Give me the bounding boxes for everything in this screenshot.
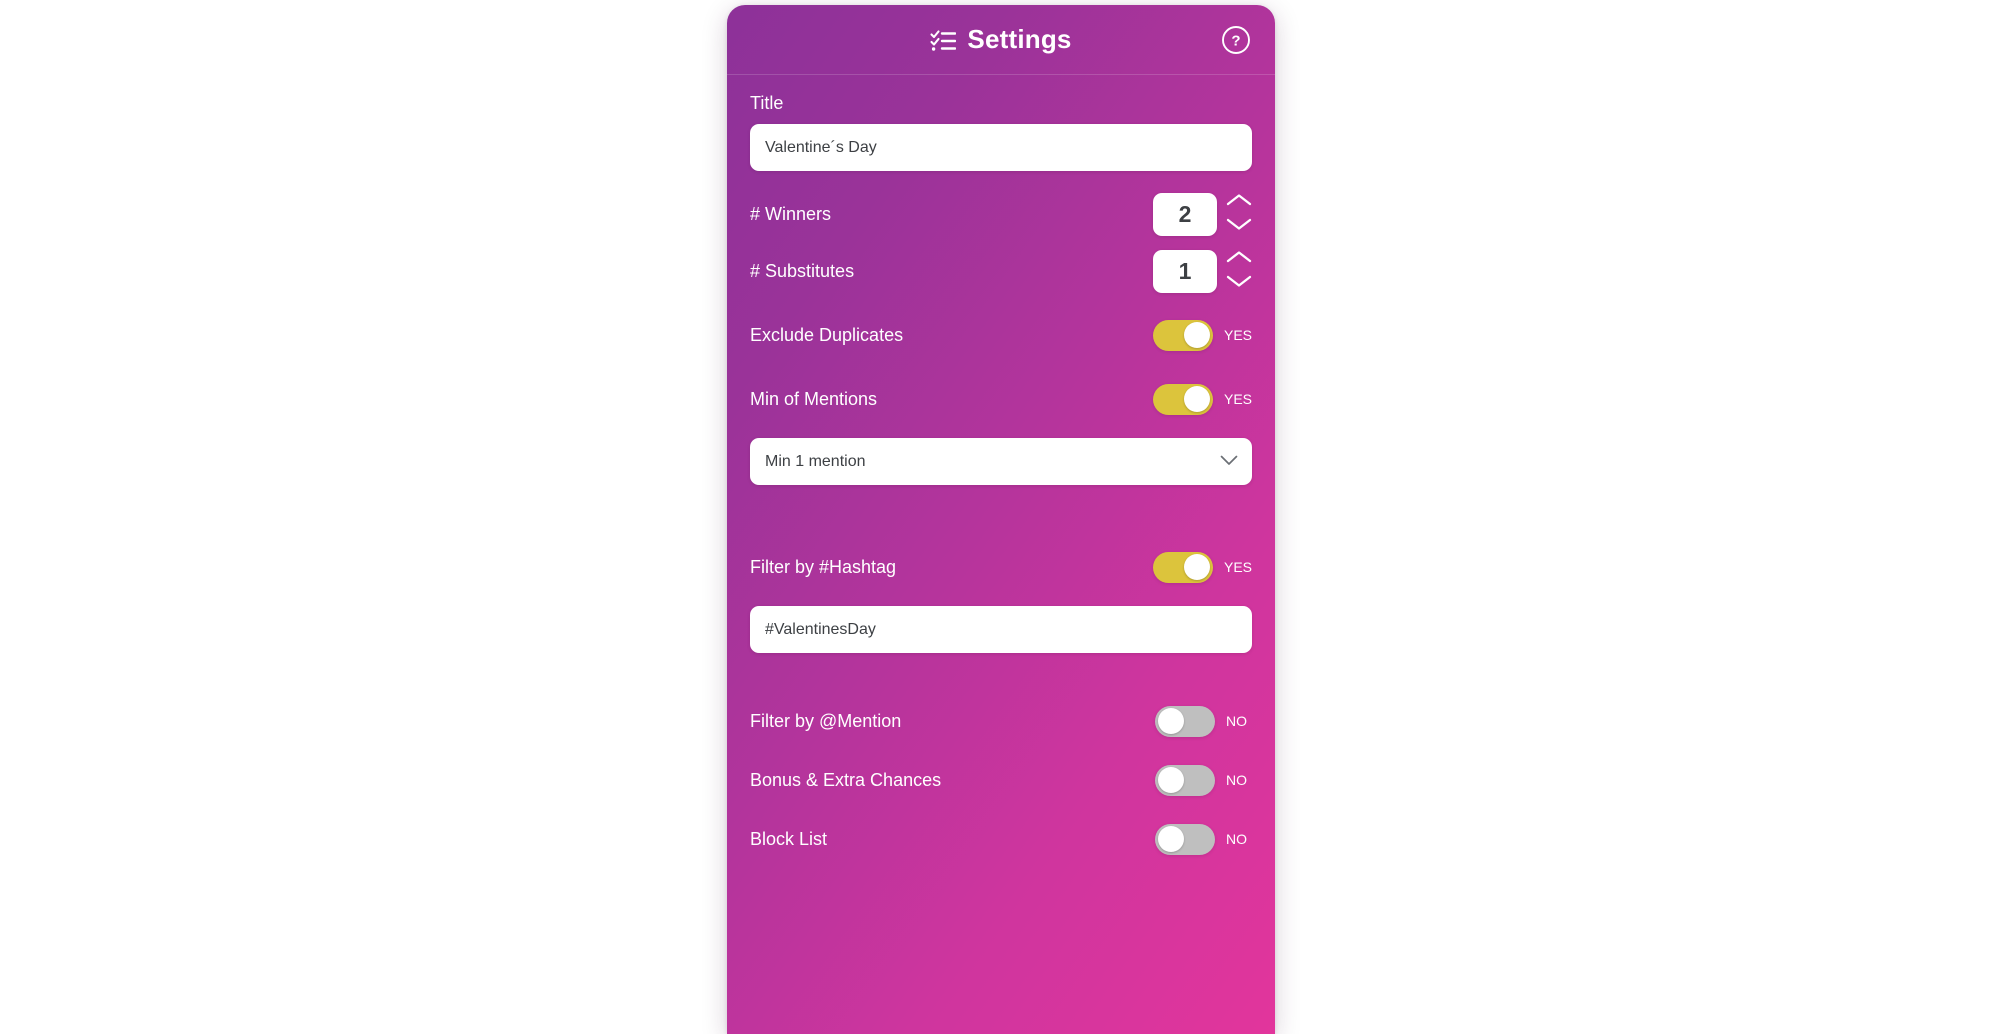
filter-mention-row: Filter by @Mention NO	[750, 699, 1252, 743]
settings-body: Title # Winners 2	[727, 75, 1275, 861]
substitutes-stepper-arrows	[1226, 250, 1252, 293]
help-circle-icon[interactable]: ?	[1221, 25, 1251, 55]
substitutes-increment-icon[interactable]	[1226, 250, 1252, 269]
winners-row: # Winners 2	[750, 192, 1252, 236]
winners-decrement-icon[interactable]	[1226, 217, 1252, 236]
toggle-knob	[1183, 386, 1210, 412]
settings-panel: Settings ? Title # Winners 2	[727, 5, 1275, 1034]
block-list-toggle-group: NO	[1155, 823, 1252, 855]
mentions-select-group: Min 1 mention	[750, 438, 1252, 485]
filter-mention-label: Filter by @Mention	[750, 711, 902, 731]
filter-hashtag-label: Filter by #Hashtag	[750, 557, 897, 577]
filter-hashtag-toggle[interactable]	[1152, 551, 1213, 583]
exclude-duplicates-state: YES	[1223, 327, 1252, 343]
bonus-extra-chances-row: Bonus & Extra Chances NO	[750, 758, 1252, 802]
min-of-mentions-label: Min of Mentions	[750, 389, 878, 409]
exclude-duplicates-toggle-group: YES	[1152, 319, 1252, 351]
winners-increment-icon[interactable]	[1226, 193, 1252, 212]
mentions-select-value: Min 1 mention	[765, 452, 866, 470]
block-list-state: NO	[1226, 831, 1247, 847]
page-title: Settings	[967, 24, 1072, 54]
checklist-icon	[930, 28, 957, 52]
toggle-knob	[1158, 826, 1184, 852]
filter-hashtag-row: Filter by #Hashtag YES	[750, 545, 1252, 589]
min-of-mentions-state: YES	[1223, 391, 1252, 407]
winners-stepper-arrows	[1226, 193, 1252, 236]
block-list-row: Block List NO	[750, 817, 1252, 861]
min-of-mentions-row: Min of Mentions YES	[750, 377, 1252, 421]
block-list-toggle[interactable]	[1155, 823, 1215, 855]
filter-mention-state: NO	[1226, 713, 1247, 729]
bonus-extra-chances-toggle-group: NO	[1155, 764, 1252, 796]
hashtag-input-group	[750, 606, 1252, 653]
substitutes-label: # Substitutes	[750, 261, 855, 281]
exclude-duplicates-label: Exclude Duplicates	[750, 325, 904, 345]
winners-label: # Winners	[750, 204, 832, 224]
header-title-group: Settings	[930, 24, 1071, 55]
exclude-duplicates-toggle[interactable]	[1152, 319, 1213, 351]
block-list-label: Block List	[750, 829, 828, 849]
substitutes-value[interactable]: 1	[1153, 249, 1217, 293]
chevron-down-icon	[1220, 453, 1238, 471]
title-field-group: Title	[750, 75, 1252, 171]
substitutes-decrement-icon[interactable]	[1226, 274, 1252, 293]
exclude-duplicates-row: Exclude Duplicates YES	[750, 313, 1252, 357]
filter-hashtag-state: YES	[1223, 559, 1252, 575]
mentions-select[interactable]: Min 1 mention	[750, 438, 1252, 485]
min-of-mentions-toggle[interactable]	[1152, 383, 1213, 415]
filter-mention-toggle[interactable]	[1155, 705, 1215, 737]
title-input[interactable]	[750, 124, 1252, 171]
toggle-knob	[1183, 554, 1210, 580]
svg-text:?: ?	[1231, 32, 1240, 49]
title-label: Title	[750, 93, 784, 113]
toggle-knob	[1158, 767, 1184, 793]
min-of-mentions-toggle-group: YES	[1152, 383, 1252, 415]
bonus-extra-chances-state: NO	[1226, 772, 1247, 788]
bonus-extra-chances-toggle[interactable]	[1155, 764, 1215, 796]
hashtag-input[interactable]	[750, 606, 1252, 653]
panel-header: Settings ?	[727, 5, 1275, 75]
toggle-knob	[1158, 708, 1184, 734]
winners-stepper: 2	[1153, 192, 1252, 236]
filter-mention-toggle-group: NO	[1155, 705, 1252, 737]
substitutes-row: # Substitutes 1	[750, 249, 1252, 293]
filter-hashtag-toggle-group: YES	[1152, 551, 1252, 583]
substitutes-stepper: 1	[1153, 249, 1252, 293]
toggle-knob	[1183, 322, 1210, 348]
winners-value[interactable]: 2	[1153, 192, 1217, 236]
bonus-extra-chances-label: Bonus & Extra Chances	[750, 770, 942, 790]
